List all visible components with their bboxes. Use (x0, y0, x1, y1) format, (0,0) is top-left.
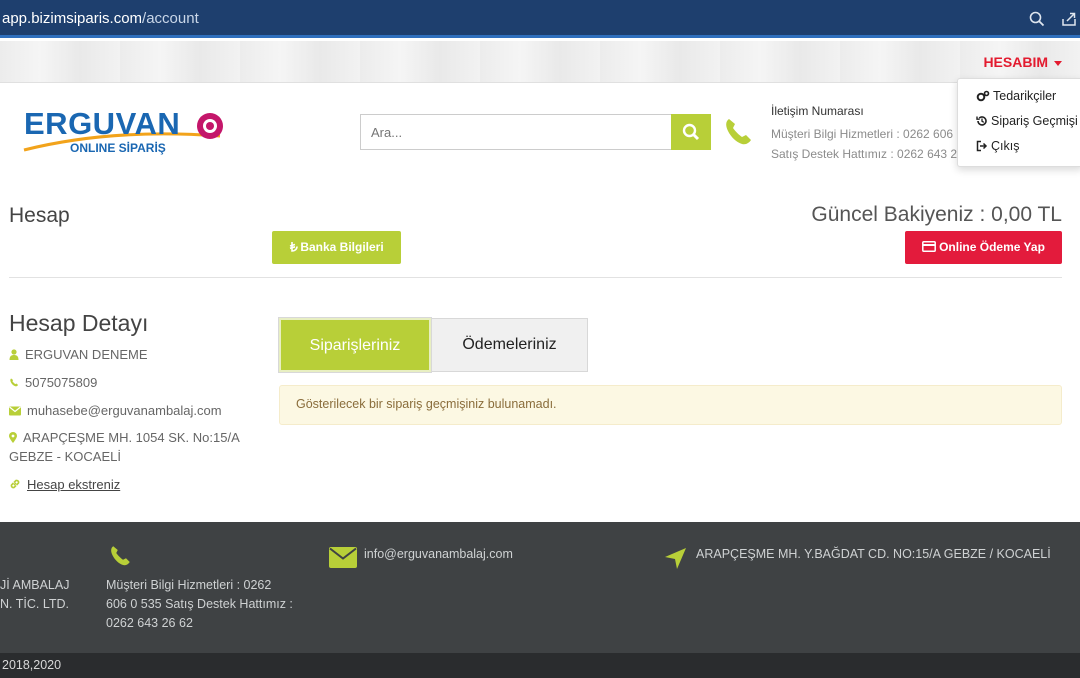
envelope-icon (9, 406, 21, 416)
dropdown-item-label: Tedarikçiler (993, 89, 1057, 103)
contact-title: İletişim Numarası (771, 104, 864, 118)
phone-icon (10, 378, 19, 387)
footer-location-arrow-icon (665, 548, 686, 569)
map-marker-icon (9, 432, 17, 443)
search-button[interactable] (671, 114, 711, 150)
url-domain: app.bizimsiparis.com (2, 10, 143, 27)
brand-logo[interactable]: ERGUVAN ONLINE SİPARİŞ (22, 106, 227, 158)
detail-name-text: ERGUVAN DENEME (25, 347, 148, 362)
share-icon[interactable] (1060, 10, 1078, 28)
phone-icon (726, 119, 751, 145)
account-dropdown-menu: Tedarikçiler Sipariş Geçmişi Çıkış (957, 78, 1080, 167)
zoom-icon[interactable] (1028, 10, 1046, 28)
search-input[interactable] (360, 114, 671, 150)
detail-phone-text: 5075075809 (25, 375, 98, 390)
detail-statement[interactable]: Hesap ekstreniz (9, 477, 120, 492)
top-strip: HESABIM (0, 41, 1080, 83)
dropdown-item-order-history[interactable]: Sipariş Geçmişi (976, 114, 1078, 128)
dropdown-item-label: Çıkış (991, 139, 1020, 153)
footer-email[interactable]: info@erguvanambalaj.com (364, 545, 513, 564)
footer-phone-icon (111, 546, 130, 566)
dropdown-item-label: Sipariş Geçmişi (991, 114, 1078, 128)
account-menu-label: HESABIM (983, 54, 1048, 70)
balance-text: Güncel Bakiyeniz : 0,00 TL (811, 203, 1062, 226)
logo-brand-text: ERGUVAN (24, 106, 181, 141)
footer: Jİ AMBALAJ N. TİC. LTD. Müşteri Bilgi Hi… (0, 522, 1080, 653)
credit-card-icon (922, 241, 937, 252)
bank-info-label: Banka Bilgileri (300, 240, 384, 254)
footer-phone-line2: 606 0 535 Satış Destek Hattımız : (106, 597, 293, 611)
detail-phone: 5075075809 (9, 375, 97, 390)
link-icon (10, 479, 20, 489)
account-statement-link[interactable]: Hesap ekstreniz (27, 477, 120, 492)
footer-phone-line1: Müşteri Bilgi Hizmetleri : 0262 (106, 578, 272, 592)
online-payment-label: Online Ödeme Yap (939, 240, 1045, 254)
history-icon (976, 116, 987, 126)
user-icon (9, 349, 19, 360)
dropdown-item-suppliers[interactable]: Tedarikçiler (976, 89, 1056, 103)
url-text[interactable]: app.bizimsiparis.com/account (2, 10, 199, 27)
browser-address-bar[interactable]: app.bizimsiparis.com/account (0, 0, 1080, 38)
footer-address: ARAPÇEŞME MH. Y.BAĞDAT CD. NO:15/A GEBZE… (696, 547, 1051, 561)
contact-sales-line: Satış Destek Hattımız : 0262 643 2 (771, 147, 958, 161)
dropdown-item-logout[interactable]: Çıkış (976, 139, 1019, 153)
contact-customer-line: Müşteri Bilgi Hizmetleri : 0262 606 (771, 127, 954, 141)
copyright-text: 2018,2020 (2, 658, 62, 672)
online-payment-button[interactable]: Online Ödeme Yap (905, 231, 1062, 264)
footer-company-line1: Jİ AMBALAJ (0, 578, 70, 592)
page-title: Hesap (9, 204, 70, 227)
gears-icon (976, 90, 990, 102)
flower-icon (197, 113, 223, 139)
footer-phone-line3: 0262 643 26 62 (106, 616, 193, 630)
caret-down-icon (1054, 60, 1062, 66)
url-path: /account (142, 10, 199, 27)
empty-orders-alert: Gösterilecek bir sipariş geçmişiniz bulu… (279, 385, 1062, 425)
detail-address-line1: ARAPÇEŞME MH. 1054 SK. No:15/A (23, 430, 240, 445)
detail-name: ERGUVAN DENEME (9, 347, 148, 362)
logo-tagline-text: ONLINE SİPARİŞ (70, 141, 166, 155)
footer-company-line2: N. TİC. LTD. (0, 597, 69, 611)
detail-email-text: muhasebe@erguvanambalaj.com (27, 403, 222, 418)
tab-payments[interactable]: Ödemeleriniz (431, 318, 588, 372)
account-menu-button[interactable]: HESABIM (983, 54, 1062, 70)
footer-envelope-icon (329, 547, 357, 568)
search-icon (682, 123, 700, 141)
detail-address-line2: GEBZE - KOCAELİ (9, 449, 121, 464)
detail-email: muhasebe@erguvanambalaj.com (9, 403, 222, 418)
account-detail-title: Hesap Detayı (9, 310, 149, 336)
bank-info-button[interactable]: Banka Bilgileri (272, 231, 401, 264)
lira-icon (290, 242, 299, 252)
copyright-bar: 2018,2020 (0, 653, 1080, 678)
sign-out-icon (976, 140, 988, 152)
tab-orders[interactable]: Siparişleriniz (278, 317, 432, 373)
detail-address: ARAPÇEŞME MH. 1054 SK. No:15/A (9, 430, 240, 445)
divider (9, 277, 1062, 278)
